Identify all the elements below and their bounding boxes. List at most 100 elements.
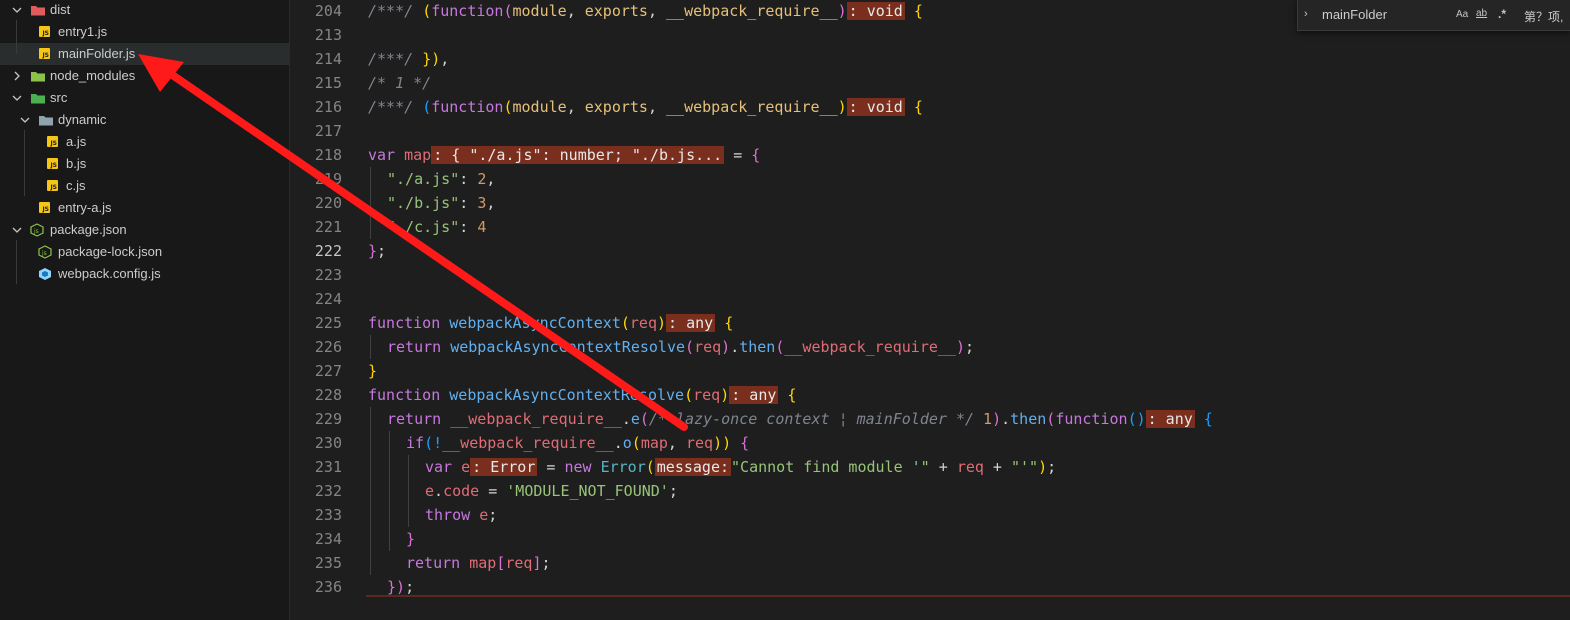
- tree-item-src[interactable]: src: [0, 87, 289, 109]
- code-line-231[interactable]: 231 var e: Error = new Error(message: "Can…: [290, 455, 1570, 479]
- chevron-right-icon[interactable]: [12, 71, 22, 81]
- code-text: return __webpack_require__.e(/* lazy-onc…: [387, 407, 1213, 431]
- code-token: ¦: [838, 410, 848, 428]
- tree-item-entry1-js[interactable]: entry1.js: [0, 21, 289, 43]
- chevron-down-icon[interactable]: [12, 5, 22, 15]
- code-line-219[interactable]: 219 "./a.js": 2,: [290, 167, 1570, 191]
- code-line-222[interactable]: 222};: [290, 239, 1570, 263]
- indent-guide: [24, 130, 25, 196]
- code-token: var: [368, 146, 405, 164]
- code-line-226[interactable]: 226 return webpackAsyncContextResolve(req…: [290, 335, 1570, 359]
- code-token: : Error: [470, 458, 538, 476]
- code-token: __webpack_require__: [666, 98, 838, 116]
- code-token: (: [620, 314, 630, 332]
- code-token: "./c.js": [387, 218, 460, 236]
- code-text: /***/ }),: [368, 47, 449, 71]
- tree-item-dist[interactable]: dist: [0, 0, 289, 21]
- code-token: ): [837, 98, 847, 116]
- line-number: 232: [314, 482, 342, 500]
- tree-item-package-json[interactable]: js package.json: [0, 219, 289, 241]
- code-token: e: [479, 506, 489, 524]
- find-input[interactable]: mainFolder: [1322, 7, 1387, 22]
- code-token: map: [469, 554, 497, 572]
- tree-item-node-modules[interactable]: node_modules: [0, 65, 289, 87]
- code-line-232[interactable]: 232 e.code = 'MODULE_NOT_FOUND';: [290, 479, 1570, 503]
- code-token: +: [983, 458, 1011, 476]
- code-indent-guide: [370, 167, 371, 239]
- code-line-234[interactable]: 234}: [290, 527, 1570, 551]
- regex-icon[interactable]: .*: [1498, 7, 1506, 21]
- chevron-down-icon[interactable]: [20, 115, 30, 125]
- line-number: 217: [314, 122, 342, 140]
- code-token: ;: [377, 242, 387, 260]
- code-line-217[interactable]: 217: [290, 119, 1570, 143]
- code-token: .: [730, 338, 740, 356]
- code-line-224[interactable]: 224: [290, 287, 1570, 311]
- chevron-down-icon[interactable]: [12, 225, 22, 235]
- line-number: 213: [314, 26, 342, 44]
- tree-item-a-js[interactable]: a.js: [0, 131, 289, 153]
- code-line-228[interactable]: 228 function webpackAsyncContextResolve(r…: [290, 383, 1570, 407]
- chevron-down-icon[interactable]: [12, 93, 22, 103]
- code-line-233[interactable]: 233 throw e;: [290, 503, 1570, 527]
- code-token: then: [1010, 410, 1047, 428]
- tree-item-entry-a-js[interactable]: entry-a.js: [0, 197, 289, 219]
- tree-item-label: dynamic: [58, 112, 107, 127]
- code-line-216[interactable]: 216/***/ (function(module, exports, __we…: [290, 95, 1570, 119]
- code-token: exports: [584, 98, 648, 116]
- code-token: 4: [477, 218, 487, 236]
- tree-item-package-lock-json[interactable]: js package-lock.json: [0, 241, 289, 263]
- tree-item-webpack-config-js[interactable]: webpack.config.js: [0, 263, 289, 285]
- code-token: :: [459, 218, 478, 236]
- line-number: 223: [314, 266, 342, 284]
- code-line-225[interactable]: 225 function webpackAsyncContext(req): an…: [290, 311, 1570, 335]
- line-number: 233: [314, 506, 342, 524]
- code-token: throw: [425, 506, 480, 524]
- code-line-218[interactable]: 218 var map: { "./a.js": number; "./b.js.…: [290, 143, 1570, 167]
- tree-item-label: package.json: [50, 222, 127, 237]
- js-file-icon: [47, 136, 58, 147]
- tree-item-mainfolder-js[interactable]: mainFolder.js: [0, 43, 289, 65]
- code-token: req: [629, 314, 657, 332]
- code-line-220[interactable]: 220 "./b.js": 3,: [290, 191, 1570, 215]
- tree-item-label: package-lock.json: [58, 244, 163, 259]
- code-token: (: [1046, 410, 1056, 428]
- tree-item-b-js[interactable]: b.js: [0, 153, 289, 175]
- code-token: function: [368, 314, 450, 332]
- code-line-223[interactable]: 223: [290, 263, 1570, 287]
- code-line-235[interactable]: 235 return map[req];: [290, 551, 1570, 575]
- code-line-214[interactable]: 214 /***/ }),: [290, 47, 1570, 71]
- line-number: 214: [314, 50, 342, 68]
- code-token: __webpack_require__: [784, 338, 956, 356]
- code-line-230[interactable]: 230 if(!__webpack_require__.o(map, req)) …: [290, 431, 1570, 455]
- code-token: (): [1127, 410, 1146, 428]
- tree-item-dynamic[interactable]: dynamic: [0, 109, 289, 131]
- code-token: ): [721, 338, 731, 356]
- code-token: {: [751, 146, 761, 164]
- code-token: (: [645, 458, 655, 476]
- code-line-227[interactable]: 227}: [290, 359, 1570, 383]
- tree-item-c-js[interactable]: c.js: [0, 175, 289, 197]
- explorer-sidebar: dist entry1.js mainFolder.js node_modulessr…: [0, 0, 290, 620]
- code-token: (: [631, 434, 641, 452]
- folder-icon: [30, 69, 45, 83]
- code-token: map: [404, 146, 432, 164]
- code-text: }: [368, 359, 377, 383]
- code-token: {: [904, 2, 923, 20]
- line-number: 219: [314, 170, 342, 188]
- code-token: ;: [488, 506, 498, 524]
- case-sensitive-icon[interactable]: Aa: [1456, 9, 1468, 20]
- code-token: ,: [566, 2, 585, 20]
- code-token: ,: [486, 194, 496, 212]
- code-line-229[interactable]: 229 return __webpack_require__.e(/* lazy-…: [290, 407, 1570, 431]
- code-line-215[interactable]: 215 /* 1 */: [290, 71, 1570, 95]
- code-token: (: [639, 410, 649, 428]
- whole-word-icon[interactable]: ab: [1476, 8, 1487, 19]
- code-token: 2: [477, 170, 487, 188]
- code-editor[interactable]: 204/***/ (function(module, exports, __we…: [290, 0, 1570, 620]
- code-token: ): [1038, 458, 1048, 476]
- code-line-221[interactable]: 221 "./c.js": 4: [290, 215, 1570, 239]
- line-number: 230: [314, 434, 342, 452]
- find-toggle-replace-icon[interactable]: ›: [1304, 8, 1316, 20]
- code-indent-guide: [370, 335, 371, 359]
